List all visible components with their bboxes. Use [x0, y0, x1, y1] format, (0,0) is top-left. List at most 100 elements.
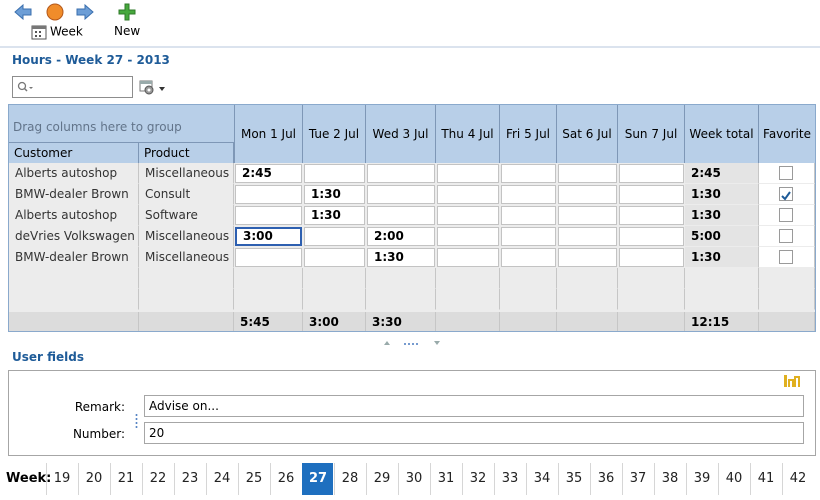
hours-cell-sat[interactable] [558, 248, 617, 267]
week-item-32[interactable]: 32 [462, 463, 493, 495]
product-cell[interactable]: Miscellaneous [139, 163, 234, 184]
hours-cell-sun[interactable] [619, 164, 684, 183]
week-item-40[interactable]: 40 [718, 463, 749, 495]
week-item-25[interactable]: 25 [238, 463, 269, 495]
hours-cell-sat[interactable] [558, 164, 617, 183]
column-product[interactable]: Product [139, 142, 234, 163]
hours-cell-wed[interactable] [367, 164, 435, 183]
hours-cell-fri[interactable] [501, 164, 556, 183]
week-item-26[interactable]: 26 [270, 463, 301, 495]
hours-cell-sun[interactable] [619, 185, 684, 204]
week-item-19[interactable]: 19 [46, 463, 77, 495]
favorite-checkbox[interactable] [779, 229, 793, 243]
customer-cell[interactable]: Alberts autoshop [9, 205, 139, 226]
hours-cell-thu[interactable] [437, 248, 499, 267]
favorite-checkbox[interactable] [779, 166, 793, 180]
week-item-41[interactable]: 41 [750, 463, 781, 495]
hours-cell-wed[interactable] [367, 185, 435, 204]
column-fri[interactable]: Fri 5 Jul [500, 105, 557, 163]
week-item-21[interactable]: 21 [110, 463, 141, 495]
column-customer[interactable]: Customer [9, 142, 139, 163]
week-item-30[interactable]: 30 [398, 463, 429, 495]
hours-cell-fri[interactable] [501, 185, 556, 204]
week-item-34[interactable]: 34 [526, 463, 557, 495]
week-item-37[interactable]: 37 [622, 463, 653, 495]
home-icon[interactable] [46, 3, 64, 21]
hours-cell-mon[interactable] [235, 185, 302, 204]
table-row[interactable]: Alberts autoshop Software 1:30 1:30 [9, 205, 815, 226]
edit-fields-icon[interactable] [783, 374, 801, 388]
week-item-42[interactable]: 42 [782, 463, 813, 495]
search-input[interactable] [12, 76, 133, 98]
customer-cell[interactable]: deVries Volkswagen [9, 226, 139, 247]
hours-cell-fri[interactable] [501, 248, 556, 267]
hours-cell-tue[interactable] [304, 164, 365, 183]
hours-cell-wed[interactable] [367, 206, 435, 225]
column-mon[interactable]: Mon 1 Jul [234, 105, 303, 163]
column-week-total[interactable]: Week total [685, 105, 759, 163]
week-item-33[interactable]: 33 [494, 463, 525, 495]
favorite-cell[interactable] [759, 226, 815, 247]
hours-cell-tue[interactable] [304, 248, 365, 267]
favorite-cell[interactable] [759, 205, 815, 226]
customer-cell[interactable]: BMW-dealer Brown [9, 184, 139, 205]
hours-cell-tue[interactable]: 1:30 [304, 206, 365, 225]
hours-cell-thu[interactable] [437, 206, 499, 225]
column-settings-icon[interactable] [139, 79, 169, 97]
favorite-checkbox[interactable] [779, 250, 793, 264]
favorite-checkbox[interactable] [779, 187, 793, 201]
plus-icon[interactable] [118, 3, 136, 21]
remark-field[interactable]: Advise on... [144, 395, 804, 417]
number-field[interactable]: 20 [144, 422, 804, 444]
product-cell[interactable]: Miscellaneous [139, 247, 234, 268]
hours-cell-thu[interactable] [437, 227, 499, 246]
week-item-24[interactable]: 24 [206, 463, 237, 495]
customer-cell[interactable]: Alberts autoshop [9, 163, 139, 184]
column-wed[interactable]: Wed 3 Jul [366, 105, 436, 163]
column-favorite[interactable]: Favorite [759, 105, 815, 163]
new-button[interactable]: New [114, 24, 140, 38]
splitter-handle[interactable] [384, 338, 440, 348]
hours-cell-tue[interactable]: 1:30 [304, 185, 365, 204]
product-cell[interactable]: Consult [139, 184, 234, 205]
hours-cell-sun[interactable] [619, 248, 684, 267]
back-arrow-icon[interactable] [14, 4, 32, 20]
hours-cell-sun[interactable] [619, 206, 684, 225]
week-item-36[interactable]: 36 [590, 463, 621, 495]
hours-cell-thu[interactable] [437, 164, 499, 183]
hours-cell-wed[interactable]: 2:00 [367, 227, 435, 246]
product-cell[interactable]: Software [139, 205, 234, 226]
hours-cell-mon[interactable] [235, 248, 302, 267]
week-item-29[interactable]: 29 [366, 463, 397, 495]
favorite-checkbox[interactable] [779, 208, 793, 222]
week-button[interactable]: Week [31, 24, 83, 40]
product-cell[interactable]: Miscellaneous [139, 226, 234, 247]
hours-cell-tue[interactable] [304, 227, 365, 246]
favorite-cell[interactable] [759, 163, 815, 184]
week-item-39[interactable]: 39 [686, 463, 717, 495]
hours-cell-sat[interactable] [558, 185, 617, 204]
column-sat[interactable]: Sat 6 Jul [557, 105, 618, 163]
column-thu[interactable]: Thu 4 Jul [436, 105, 500, 163]
hours-cell-mon[interactable]: 3:00 [235, 227, 302, 246]
hours-cell-sat[interactable] [558, 227, 617, 246]
hours-cell-thu[interactable] [437, 185, 499, 204]
column-sun[interactable]: Sun 7 Jul [618, 105, 685, 163]
week-item-31[interactable]: 31 [430, 463, 461, 495]
week-item-35[interactable]: 35 [558, 463, 589, 495]
week-item-38[interactable]: 38 [654, 463, 685, 495]
favorite-cell[interactable] [759, 247, 815, 268]
hours-cell-fri[interactable] [501, 227, 556, 246]
forward-arrow-icon[interactable] [76, 4, 94, 20]
column-tue[interactable]: Tue 2 Jul [303, 105, 366, 163]
hours-cell-fri[interactable] [501, 206, 556, 225]
resize-grip-icon[interactable] [135, 413, 138, 429]
customer-cell[interactable]: BMW-dealer Brown [9, 247, 139, 268]
favorite-cell[interactable] [759, 184, 815, 205]
hours-cell-mon[interactable]: 2:45 [235, 164, 302, 183]
hours-cell-mon[interactable] [235, 206, 302, 225]
hours-cell-sun[interactable] [619, 227, 684, 246]
week-item-28[interactable]: 28 [334, 463, 365, 495]
table-row[interactable]: BMW-dealer Brown Consult 1:30 1:30 [9, 184, 815, 205]
week-item-27[interactable]: 27 [302, 463, 333, 495]
